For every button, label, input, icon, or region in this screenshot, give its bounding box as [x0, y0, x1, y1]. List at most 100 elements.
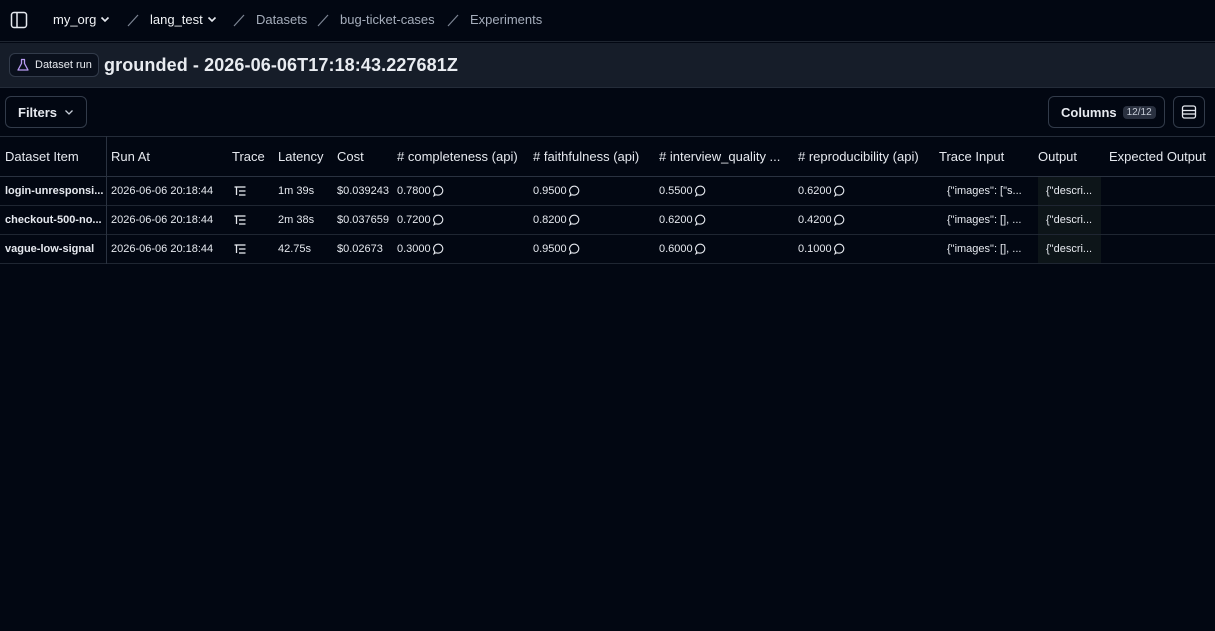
- run-at-cell: 2026-06-06 20:18:44: [111, 214, 214, 226]
- comment-icon[interactable]: [568, 185, 581, 197]
- page-header: Dataset run grounded - 2026-06-06T17:18:…: [0, 43, 1215, 88]
- interview-quality-score[interactable]: 0.6200: [659, 214, 707, 226]
- run-at-cell: 2026-06-06 20:18:44: [111, 185, 214, 197]
- table-row[interactable]: vague-low-signal 2026-06-06 20:18:44 42.…: [0, 235, 1215, 264]
- trace-icon[interactable]: [233, 184, 247, 201]
- columns-count-badge: 12/12: [1122, 105, 1156, 119]
- trace-input-cell[interactable]: {"images": [], ...: [947, 243, 1021, 255]
- column-header-trace-input[interactable]: Trace Input: [939, 149, 1004, 164]
- page-title: grounded - 2026-06-06T17:18:43.227681Z: [104, 55, 458, 75]
- filters-button[interactable]: Filters: [5, 96, 87, 128]
- column-header-output[interactable]: Output: [1038, 149, 1077, 164]
- cost-cell: $0.039243: [337, 185, 389, 197]
- completeness-score[interactable]: 0.7200: [397, 214, 445, 226]
- score-value: 0.7200: [397, 214, 431, 226]
- sidebar-toggle-icon[interactable]: [10, 11, 28, 29]
- completeness-score[interactable]: 0.7800: [397, 185, 445, 197]
- cost-cell: $0.02673: [337, 243, 383, 255]
- reproducibility-score[interactable]: 0.6200: [798, 185, 846, 197]
- latency-cell: 1m 39s: [278, 185, 315, 197]
- breadcrumb-dataset[interactable]: bug-ticket-cases: [340, 12, 435, 28]
- top-nav: my_org lang_test Datasets bug-ticket-cas…: [0, 0, 1215, 42]
- dataset-item-cell[interactable]: checkout-500-no...: [5, 214, 102, 226]
- trace-input-cell[interactable]: {"images": ["s...: [947, 185, 1022, 197]
- reproducibility-score[interactable]: 0.1000: [798, 243, 846, 255]
- comment-icon[interactable]: [833, 243, 846, 255]
- breadcrumb-separator-icon: [317, 14, 329, 27]
- score-value: 0.8200: [533, 214, 567, 226]
- breadcrumb-experiments[interactable]: Experiments: [470, 12, 542, 28]
- columns-button[interactable]: Columns 12/12: [1048, 96, 1165, 128]
- comment-icon[interactable]: [568, 243, 581, 255]
- faithfulness-score[interactable]: 0.9500: [533, 243, 581, 255]
- comment-icon[interactable]: [432, 185, 445, 197]
- chevron-down-icon: [207, 16, 216, 23]
- chevron-down-icon: [101, 16, 110, 23]
- breadcrumb-org[interactable]: my_org: [53, 12, 110, 28]
- comment-icon[interactable]: [568, 214, 581, 226]
- score-value: 0.5500: [659, 185, 693, 197]
- comment-icon[interactable]: [432, 214, 445, 226]
- pinned-column-divider: [106, 136, 107, 264]
- score-value: 0.1000: [798, 243, 832, 255]
- trace-icon[interactable]: [233, 242, 247, 259]
- score-value: 0.6200: [798, 185, 832, 197]
- dataset-run-badge-label: Dataset run: [35, 59, 92, 71]
- breadcrumb-project[interactable]: lang_test: [150, 12, 217, 28]
- comment-icon[interactable]: [694, 243, 707, 255]
- breadcrumb-project-label: lang_test: [150, 12, 203, 27]
- completeness-score[interactable]: 0.3000: [397, 243, 445, 255]
- comment-icon[interactable]: [694, 214, 707, 226]
- comment-icon[interactable]: [694, 185, 707, 197]
- breadcrumb-separator-icon: [447, 14, 459, 27]
- score-value: 0.4200: [798, 214, 832, 226]
- output-cell[interactable]: {"descri...: [1046, 185, 1092, 197]
- score-value: 0.6200: [659, 214, 693, 226]
- faithfulness-score[interactable]: 0.9500: [533, 185, 581, 197]
- dataset-run-badge: Dataset run: [9, 53, 99, 77]
- chevron-down-icon: [65, 110, 73, 115]
- score-value: 0.7800: [397, 185, 431, 197]
- interview-quality-score[interactable]: 0.6000: [659, 243, 707, 255]
- table-row[interactable]: checkout-500-no... 2026-06-06 20:18:44 2…: [0, 206, 1215, 235]
- dataset-item-cell[interactable]: login-unresponsi...: [5, 185, 103, 197]
- column-header-reproducibility[interactable]: # reproducibility (api): [798, 149, 919, 164]
- column-header-dataset-item[interactable]: Dataset Item: [5, 149, 79, 164]
- column-header-cost[interactable]: Cost: [337, 149, 364, 164]
- column-header-latency[interactable]: Latency: [278, 149, 324, 164]
- trace-icon[interactable]: [233, 213, 247, 230]
- output-cell[interactable]: {"descri...: [1046, 214, 1092, 226]
- row-height-button[interactable]: [1173, 96, 1205, 128]
- column-header-interview-quality[interactable]: # interview_quality ...: [659, 149, 780, 164]
- comment-icon[interactable]: [833, 185, 846, 197]
- column-header-run-at[interactable]: Run At: [111, 149, 150, 164]
- cost-cell: $0.037659: [337, 214, 389, 226]
- score-value: 0.9500: [533, 185, 567, 197]
- breadcrumb-datasets[interactable]: Datasets: [256, 12, 307, 28]
- trace-input-cell[interactable]: {"images": [], ...: [947, 214, 1021, 226]
- column-header-completeness[interactable]: # completeness (api): [397, 149, 518, 164]
- table-row[interactable]: login-unresponsi... 2026-06-06 20:18:44 …: [0, 177, 1215, 206]
- column-header-trace[interactable]: Trace: [232, 149, 265, 164]
- run-at-cell: 2026-06-06 20:18:44: [111, 243, 214, 255]
- column-header-faithfulness[interactable]: # faithfulness (api): [533, 149, 639, 164]
- filters-button-label: Filters: [18, 104, 58, 120]
- column-header-expected-output[interactable]: Expected Output: [1109, 149, 1206, 164]
- output-cell[interactable]: {"descri...: [1046, 243, 1092, 255]
- dataset-item-cell[interactable]: vague-low-signal: [5, 243, 94, 255]
- reproducibility-score[interactable]: 0.4200: [798, 214, 846, 226]
- comment-icon[interactable]: [833, 214, 846, 226]
- table-header: Dataset Item Run At Trace Latency Cost #…: [0, 136, 1215, 177]
- comment-icon[interactable]: [432, 243, 445, 255]
- flask-icon: [17, 58, 29, 71]
- breadcrumb-separator-icon: [233, 14, 245, 27]
- interview-quality-score[interactable]: 0.5500: [659, 185, 707, 197]
- score-value: 0.6000: [659, 243, 693, 255]
- breadcrumb-org-label: my_org: [53, 12, 97, 27]
- breadcrumb-separator-icon: [127, 14, 139, 27]
- score-value: 0.9500: [533, 243, 567, 255]
- score-value: 0.3000: [397, 243, 431, 255]
- faithfulness-score[interactable]: 0.8200: [533, 214, 581, 226]
- rows-layout-icon: [1181, 105, 1197, 119]
- columns-button-label: Columns: [1061, 104, 1117, 120]
